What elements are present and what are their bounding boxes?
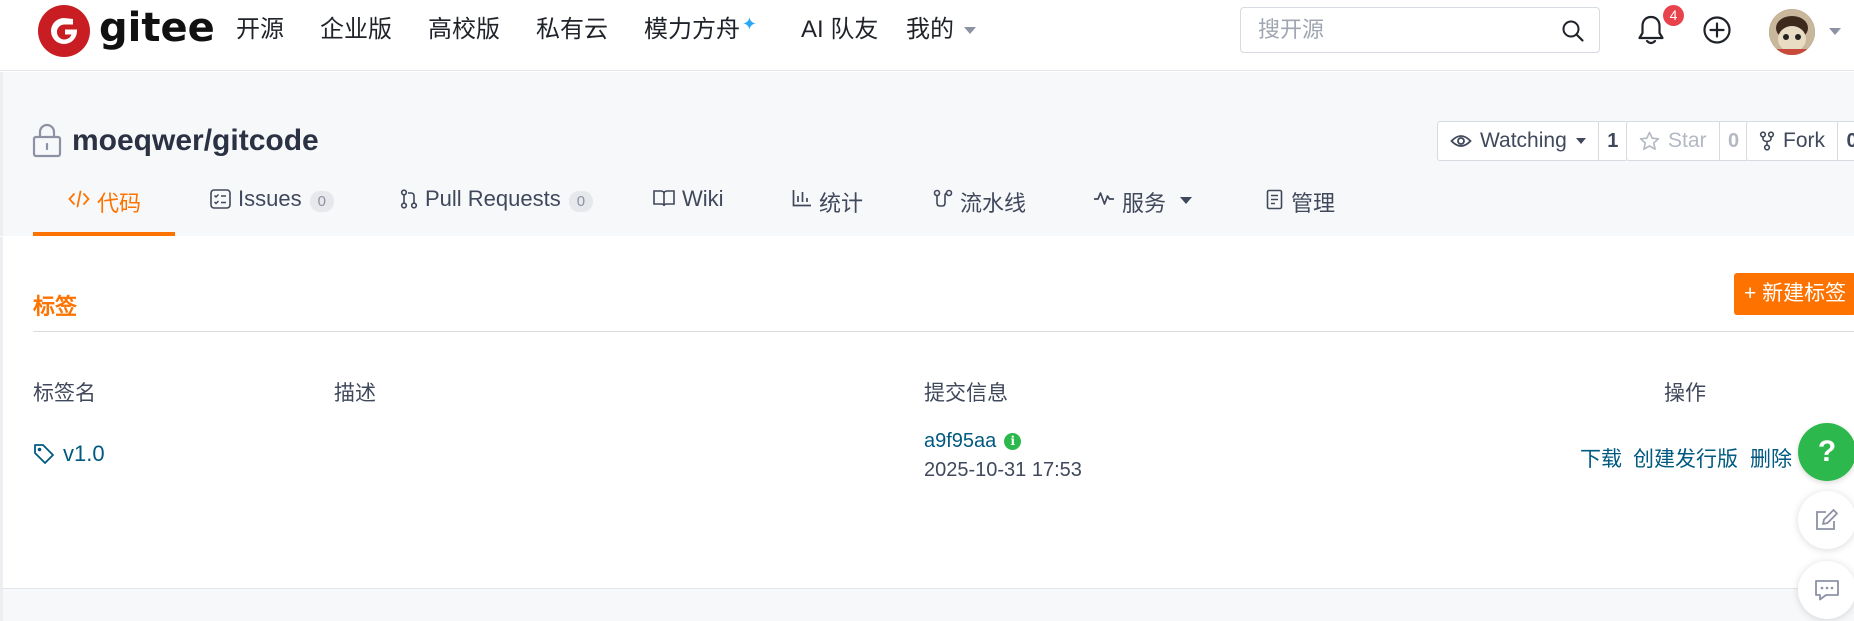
active-tab-indicator: [33, 232, 175, 236]
logo-wordmark: gitee: [99, 5, 215, 51]
tab-manage[interactable]: 管理: [1266, 186, 1335, 237]
tag-icon: [34, 444, 54, 464]
tag-name-link[interactable]: v1.0: [33, 441, 105, 467]
pipeline-icon: [933, 189, 953, 207]
chat-icon: [1815, 580, 1839, 601]
new-tag-button[interactable]: + 新建标签: [1734, 273, 1854, 315]
fork-button[interactable]: Fork: [1747, 122, 1838, 160]
nav-item-enterprise[interactable]: 企业版: [320, 14, 392, 46]
info-icon[interactable]: i: [1004, 433, 1022, 450]
chevron-down-icon: [1180, 197, 1193, 204]
tab-wiki[interactable]: Wiki: [653, 186, 724, 237]
tab-wiki-label: Wiki: [682, 186, 724, 211]
star-button-group: Star 0: [1626, 121, 1749, 161]
nav-item-open-source[interactable]: 开源: [236, 14, 284, 46]
create-release-link[interactable]: 创建发行版: [1633, 443, 1738, 473]
nav-item-moli[interactable]: 模力方舟 ✦: [644, 14, 757, 46]
avatar-dropdown-caret-icon[interactable]: [1829, 28, 1841, 35]
pull-request-icon: [400, 189, 418, 209]
search-input[interactable]: [1241, 8, 1541, 52]
tab-stats[interactable]: 统计: [792, 186, 863, 237]
fork-count[interactable]: 0: [1838, 122, 1854, 160]
issues-count-badge: 0: [309, 191, 334, 212]
commit-hash-link[interactable]: a9f95aa i: [924, 430, 1022, 453]
fork-label: Fork: [1783, 129, 1825, 152]
sparkle-icon: ✦: [741, 14, 757, 34]
repo-title[interactable]: moeqwer/gitcode: [72, 122, 319, 160]
pull-requests-count-badge: 0: [568, 191, 594, 212]
tab-issues-label: Issues: [238, 186, 302, 211]
watch-button-group: Watching 1: [1437, 121, 1628, 161]
search-box: [1240, 7, 1600, 53]
column-header-commit-info: 提交信息: [924, 382, 1008, 405]
nav-item-education[interactable]: 高校版: [428, 14, 500, 46]
chevron-down-icon: [1575, 138, 1586, 144]
chat-button[interactable]: [1798, 561, 1854, 619]
pulse-icon: [1094, 192, 1114, 205]
clipboard-icon: [1266, 189, 1283, 210]
nav-item-ai-teammate[interactable]: AI 队友: [801, 14, 878, 46]
commit-hash: a9f95aa: [924, 430, 997, 452]
star-icon: [1639, 131, 1660, 150]
download-link[interactable]: 下载: [1580, 443, 1622, 473]
tab-services[interactable]: 服务: [1093, 186, 1193, 237]
tags-content-panel: [0, 237, 1854, 589]
section-title: 标签: [33, 294, 78, 319]
watch-label: Watching: [1480, 129, 1567, 152]
user-avatar[interactable]: [1769, 9, 1815, 55]
tab-services-label: 服务: [1122, 191, 1167, 216]
help-button[interactable]: ?: [1798, 423, 1854, 481]
tab-code[interactable]: 代码: [68, 186, 141, 237]
lock-icon: [32, 123, 62, 158]
tab-pipeline-label: 流水线: [960, 191, 1027, 216]
tab-pull-requests-label: Pull Requests: [425, 186, 561, 211]
tab-pull-requests[interactable]: Pull Requests 0: [400, 186, 594, 237]
star-count[interactable]: 0: [1720, 122, 1748, 160]
stats-icon: [792, 190, 811, 207]
column-header-description: 描述: [334, 382, 376, 405]
watch-count[interactable]: 1: [1599, 122, 1627, 160]
delete-link[interactable]: 删除: [1750, 443, 1792, 473]
code-icon: [68, 190, 90, 208]
tag-name: v1.0: [63, 441, 105, 466]
star-button[interactable]: Star: [1627, 122, 1720, 160]
feedback-button[interactable]: [1798, 491, 1854, 549]
gitee-logo[interactable]: gitee: [38, 5, 215, 57]
nav-item-mine-label: 我的: [906, 16, 954, 43]
fork-icon: [1759, 131, 1775, 151]
chevron-down-icon: [964, 27, 976, 35]
nav-item-private-cloud[interactable]: 私有云: [536, 14, 608, 46]
issues-icon: [210, 189, 231, 209]
star-label: Star: [1668, 129, 1707, 152]
gitee-logo-icon: [38, 5, 90, 57]
nav-item-moli-label: 模力方舟: [644, 16, 740, 43]
book-icon: [653, 190, 675, 207]
column-header-tag-name: 标签名: [33, 382, 96, 405]
section-divider: [33, 331, 1854, 332]
fork-button-group: Fork 0: [1746, 121, 1854, 161]
eye-icon: [1450, 135, 1472, 147]
edit-icon: [1816, 509, 1838, 530]
footer-area: [0, 588, 1854, 621]
tab-issues[interactable]: Issues 0: [210, 186, 334, 237]
add-plus-icon[interactable]: [1702, 15, 1732, 45]
nav-item-mine[interactable]: 我的: [906, 14, 976, 46]
top-navbar: gitee 开源 企业版 高校版 私有云 模力方舟 ✦ AI 队友 我的 4: [0, 0, 1854, 71]
search-icon[interactable]: [1561, 19, 1585, 43]
tab-manage-label: 管理: [1291, 191, 1336, 216]
column-header-actions: 操作: [1664, 382, 1706, 405]
tab-code-label: 代码: [97, 191, 142, 216]
tab-pipeline[interactable]: 流水线: [933, 186, 1026, 237]
tab-stats-label: 统计: [819, 191, 864, 216]
bell-icon[interactable]: [1636, 14, 1666, 46]
watch-button[interactable]: Watching: [1438, 122, 1599, 160]
notification-badge: 4: [1663, 5, 1684, 26]
commit-date: 2025-10-31 17:53: [924, 459, 1082, 481]
